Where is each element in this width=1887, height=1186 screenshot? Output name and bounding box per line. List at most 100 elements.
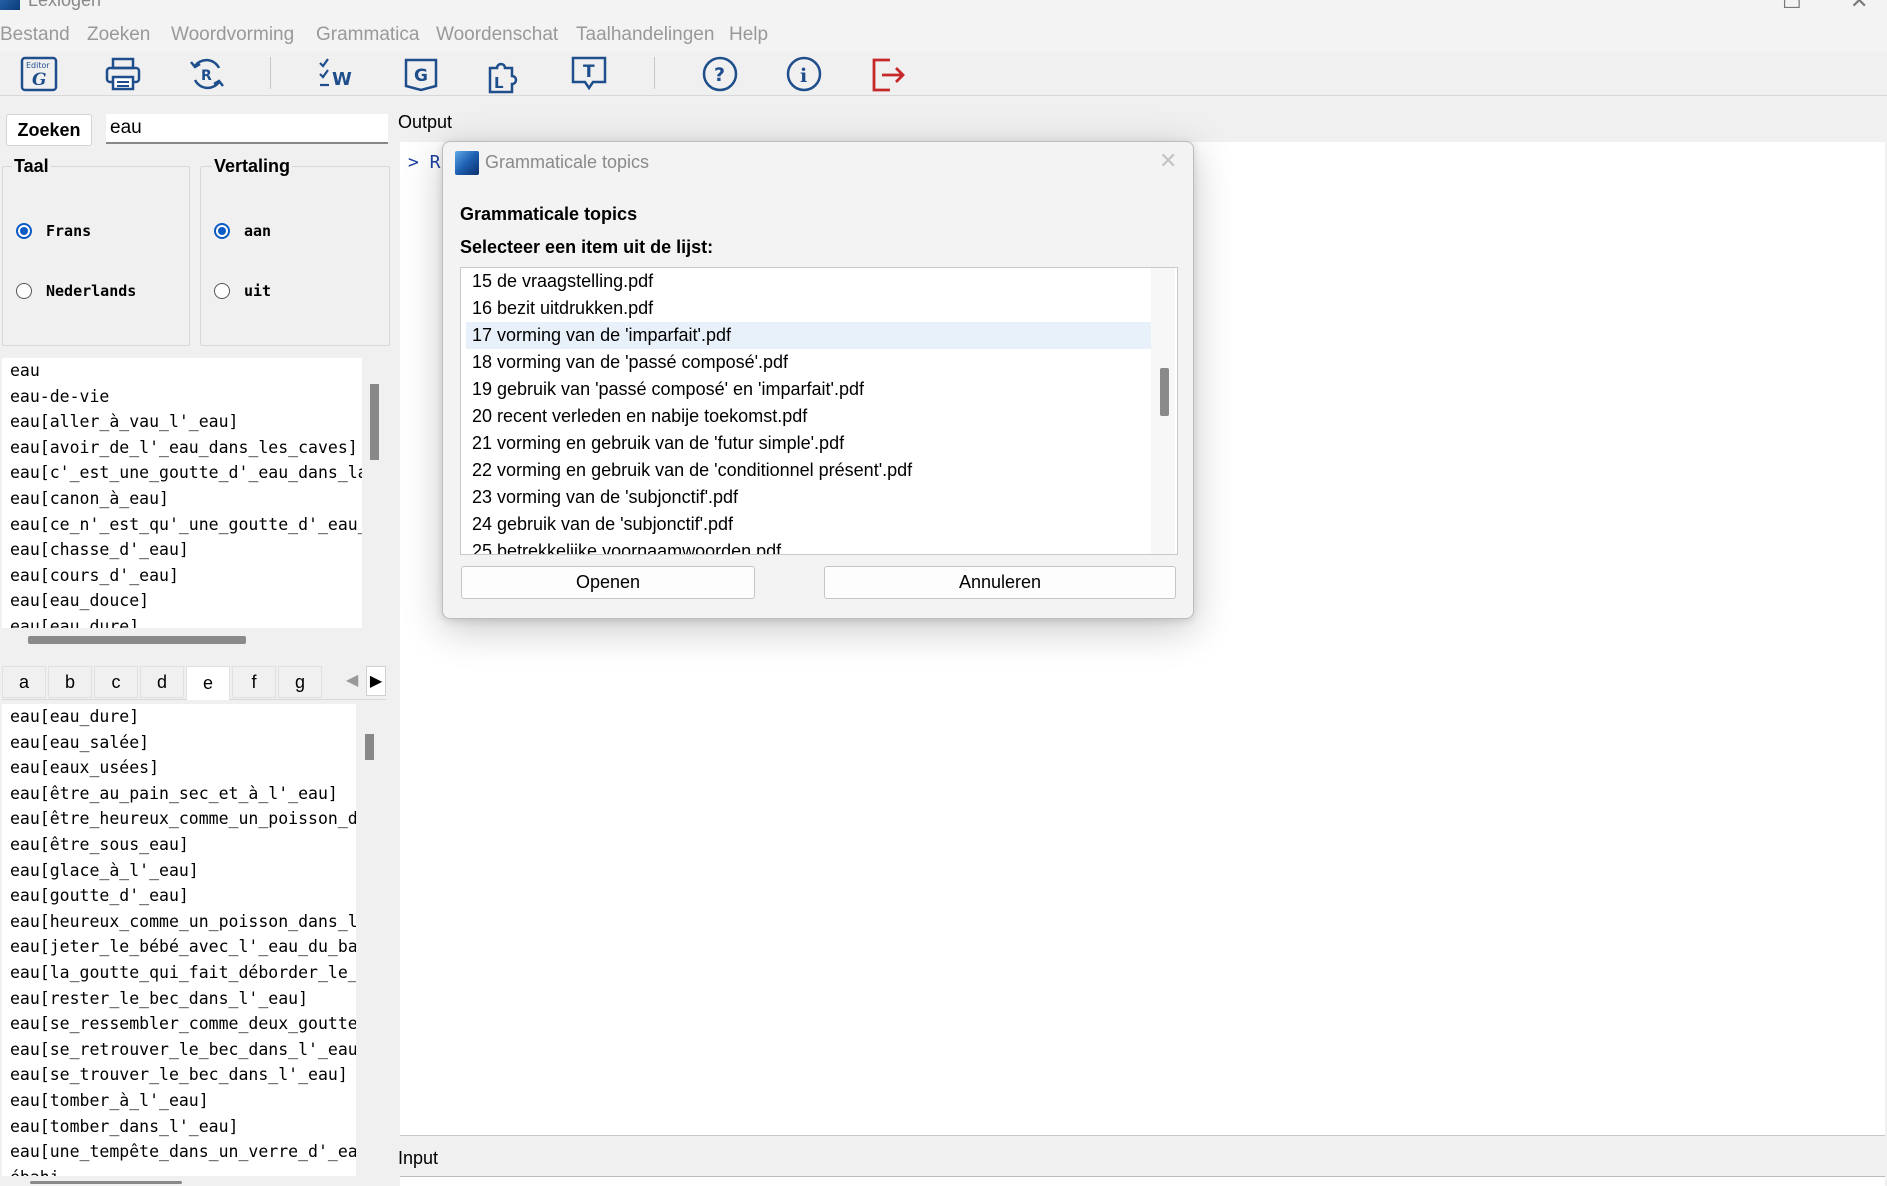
menu-taalhandelingen[interactable]: Taalhandelingen [576,24,714,46]
tab-scroll-right-icon[interactable]: ▶ [366,666,386,696]
list-item[interactable]: eau[une_tempête_dans_un_verre_d'_ea [2,1139,356,1165]
topic-item[interactable]: 25 betrekkelijke voornaamwoorden.pdf [466,538,1151,554]
topic-item[interactable]: 20 recent verleden en nabije toekomst.pd… [466,403,1151,430]
lexicon-puzzle-icon: L [488,62,518,94]
scrollbar-thumb[interactable] [370,384,379,460]
list-item[interactable]: eau[ce_n'_est_qu'_une_goutte_d'_eau_ [2,512,362,538]
topic-item[interactable]: 24 gebruik van de 'subjonctif'.pdf [466,511,1151,538]
list-item[interactable]: eau[se_trouver_le_bec_dans_l'_eau] [2,1062,356,1088]
radio-aan[interactable]: aan [214,222,271,240]
help-button[interactable]: ? [699,54,741,94]
tab-e[interactable]: e [186,666,230,700]
list-item[interactable]: eau[rester_le_bec_dans_l'_eau] [2,986,356,1012]
radio-indicator[interactable] [16,223,32,239]
text-button[interactable]: T [568,54,610,94]
radio-uit[interactable]: uit [214,282,271,300]
list-item[interactable]: ébahi [2,1165,356,1176]
list-item[interactable]: eau-de-vie [2,384,362,410]
lexicon-button[interactable]: L [484,54,526,94]
tab-g[interactable]: g [278,666,322,698]
list-item[interactable]: eau[être_sous_eau] [2,832,356,858]
index-list[interactable]: eau[eau_dure] eau[eau_salée] eau[eaux_us… [2,704,356,1176]
refresh-button[interactable]: R [186,54,228,94]
list-item[interactable]: eau[la_goutte_qui_fait_déborder_le_ [2,960,356,986]
info-button[interactable]: i [783,54,825,94]
tab-b[interactable]: b [48,666,92,698]
open-button[interactable]: Openen [461,566,755,599]
list-item[interactable]: eau[jeter_le_bébé_avec_l'_eau_du_ba [2,934,356,960]
print-button[interactable] [102,54,144,94]
search-input[interactable] [106,114,388,144]
menu-woordvorming[interactable]: Woordvorming [171,24,294,46]
menu-bestand[interactable]: Bestand [0,24,70,46]
topic-item[interactable]: 23 vorming van de 'subjonctif'.pdf [466,484,1151,511]
list-item[interactable]: eau[eaux_usées] [2,755,356,781]
results-horizontal-scrollbar[interactable] [2,628,386,654]
editor-grammar-button[interactable]: Editor G [18,54,60,94]
list-item[interactable]: eau[tomber_dans_l'_eau] [2,1114,356,1140]
topic-item[interactable]: 21 vorming en gebruik van de 'futur simp… [466,430,1151,457]
radio-frans[interactable]: Frans [16,222,91,240]
cancel-button[interactable]: Annuleren [824,566,1176,599]
results-list[interactable]: eau eau-de-vie eau[aller_à_vau_l'_eau] e… [2,358,362,628]
list-item[interactable]: eau[goutte_d'_eau] [2,883,356,909]
dialog-close-icon[interactable]: ✕ [1159,148,1177,174]
radio-indicator[interactable] [16,283,32,299]
list-item[interactable]: eau[tomber_à_l'_eau] [2,1088,356,1114]
topic-item[interactable]: 22 vorming en gebruik van de 'conditionn… [466,457,1151,484]
list-item[interactable]: eau[c'_est_une_goutte_d'_eau_dans_la [2,460,362,486]
menu-help[interactable]: Help [729,24,768,46]
list-item[interactable]: eau[heureux_comme_un_poisson_dans_l [2,909,356,935]
list-item[interactable]: eau [2,358,362,384]
scrollbar-thumb[interactable] [30,1181,182,1184]
list-item[interactable]: eau[chasse_d'_eau] [2,537,362,563]
text-speech-icon: T [571,56,607,91]
tab-f[interactable]: f [232,666,276,698]
list-item[interactable]: eau[eau_dure] [2,704,356,730]
tab-d[interactable]: d [140,666,184,698]
search-button[interactable]: Zoeken [6,114,92,146]
list-item[interactable]: eau[se_retrouver_le_bec_dans_l'_eau [2,1037,356,1063]
list-item[interactable]: eau[canon_à_eau] [2,486,362,512]
exit-button[interactable] [867,54,909,94]
radio-indicator[interactable] [214,283,230,299]
radio-nederlands[interactable]: Nederlands [16,282,136,300]
menu-grammatica[interactable]: Grammatica [316,24,419,46]
list-item[interactable]: eau[aller_à_vau_l'_eau] [2,409,362,435]
topic-item[interactable]: 16 bezit uitdrukken.pdf [466,295,1151,322]
maximize-icon[interactable]: ☐ [1782,0,1802,14]
radio-indicator[interactable] [214,223,230,239]
list-item[interactable]: eau[glace_à_l'_eau] [2,858,356,884]
list-item[interactable]: eau[eau_salée] [2,730,356,756]
topic-item[interactable]: 18 vorming van de 'passé composé'.pdf [466,349,1151,376]
list-item[interactable]: eau[cours_d'_eau] [2,563,362,589]
topic-item[interactable]: 15 de vraagstelling.pdf [466,268,1151,295]
scrollbar-thumb[interactable] [365,734,374,760]
list-item[interactable]: eau[se_ressembler_comme_deux_goutte [2,1011,356,1037]
grammar-book-icon: G [404,58,438,92]
tab-c[interactable]: c [94,666,138,698]
scrollbar-thumb[interactable] [1160,368,1169,416]
close-window-icon[interactable]: ✕ [1850,0,1868,14]
list-item[interactable]: eau[eau_douce] [2,588,362,614]
grammar-button[interactable]: G [400,54,442,94]
topic-list-scrollbar[interactable] [1151,268,1175,554]
topic-list[interactable]: 15 de vraagstelling.pdf 16 bezit uitdruk… [460,267,1178,555]
topic-item[interactable]: 19 gebruik van 'passé composé' en 'impar… [466,376,1151,403]
index-vertical-scrollbar[interactable] [356,704,382,1176]
menu-woordenschat[interactable]: Woordenschat [436,24,558,46]
list-item[interactable]: eau[eau_dure] [2,614,362,628]
results-vertical-scrollbar[interactable] [362,358,386,628]
radio-label: Nederlands [46,282,137,300]
language-group [2,166,190,346]
tab-a[interactable]: a [2,666,46,698]
topic-item-selected[interactable]: 17 vorming van de 'imparfait'.pdf [466,322,1151,349]
scrollbar-thumb[interactable] [28,636,246,644]
menu-zoeken[interactable]: Zoeken [87,24,150,46]
list-item[interactable]: eau[être_au_pain_sec_et_à_l'_eau] [2,781,356,807]
words-checklist-button[interactable]: W [316,54,358,94]
list-item[interactable]: eau[avoir_de_l'_eau_dans_les_caves] [2,435,362,461]
list-item[interactable]: eau[être_heureux_comme_un_poisson_d [2,806,356,832]
index-horizontal-scrollbar[interactable] [2,1176,382,1185]
tab-scroll-left-icon[interactable]: ◀ [346,670,358,690]
